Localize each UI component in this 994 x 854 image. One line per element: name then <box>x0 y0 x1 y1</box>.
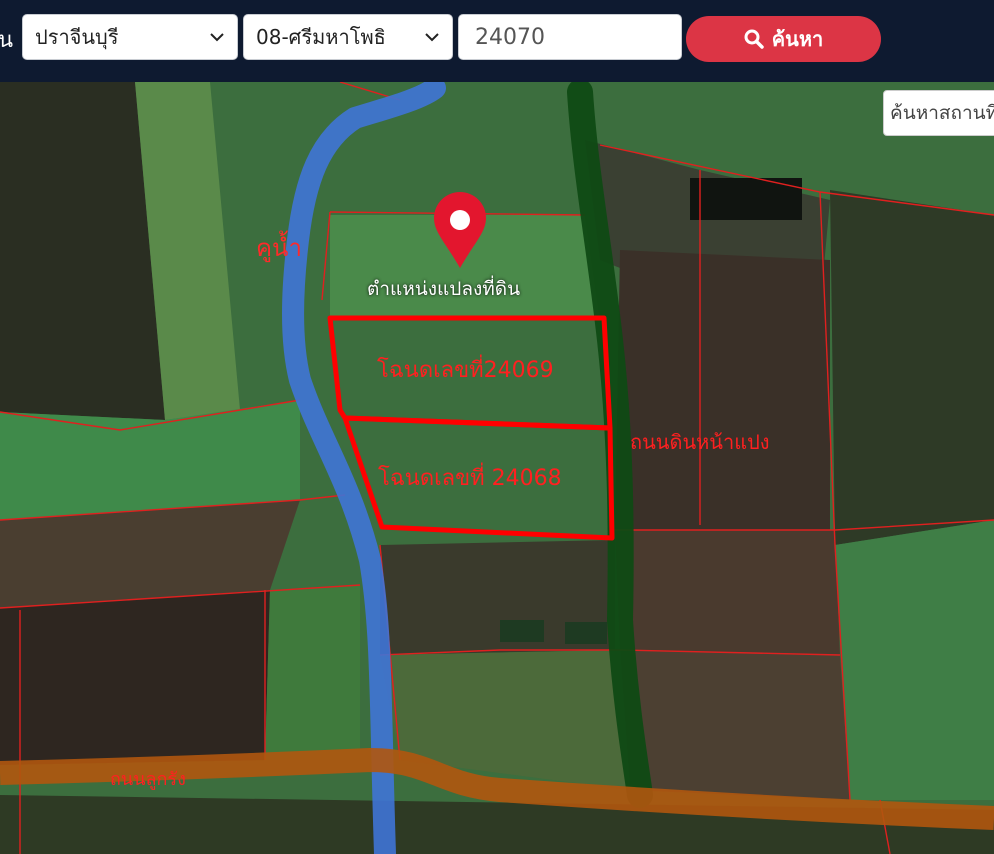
deed-label-24068: โฉนดเลขที่ 24068 <box>378 466 562 491</box>
place-search-placeholder: ค้นหาสถานที่ <box>890 102 994 124</box>
field-far-east <box>830 190 994 545</box>
field-mid-east <box>615 530 840 655</box>
chevron-down-icon <box>425 33 439 42</box>
green-field-southeast <box>835 520 994 800</box>
top-toolbar: น ปราจีนบุรี 08-ศรีมหาโพธิ 24070 ค้นหา <box>0 0 994 82</box>
field-south-east <box>620 650 850 800</box>
road-label-south: ถนนลูกรัง <box>110 769 186 790</box>
place-search-input[interactable]: ค้นหาสถานที่ <box>883 90 994 136</box>
province-select[interactable]: ปราจีนบุรี <box>22 14 238 60</box>
satellite-map[interactable]: ตำแหน่งแปลงที่ดิน คูน้ำ โฉนดเลขที่24069 … <box>0 82 994 854</box>
toolbar-prefix-label: น <box>0 28 14 53</box>
marker-label: ตำแหน่งแปลงที่ดิน <box>367 278 521 300</box>
province-select-value: ปราจีนบุรี <box>35 25 119 49</box>
field-strip-south <box>265 585 360 760</box>
chevron-down-icon <box>210 33 224 42</box>
plowed-field-east <box>615 250 830 530</box>
parcel-number-value: 24070 <box>475 24 545 50</box>
small-pond-2 <box>565 622 607 644</box>
search-icon <box>744 29 764 49</box>
canal-label: คูน้ำ <box>256 234 302 262</box>
parcel-number-input[interactable]: 24070 <box>458 14 682 60</box>
small-pond-1 <box>500 620 544 642</box>
dark-field-southwest <box>0 590 270 765</box>
deed-label-24069: โฉนดเลขที่24069 <box>377 358 554 383</box>
search-button-label: ค้นหา <box>771 27 824 51</box>
district-select-value: 08-ศรีมหาโพธิ <box>256 25 386 49</box>
search-button[interactable]: ค้นหา <box>686 16 881 62</box>
road-label-east: ถนนดินหน้าแปง <box>630 430 770 454</box>
district-select[interactable]: 08-ศรีมหาโพธิ <box>243 14 453 60</box>
